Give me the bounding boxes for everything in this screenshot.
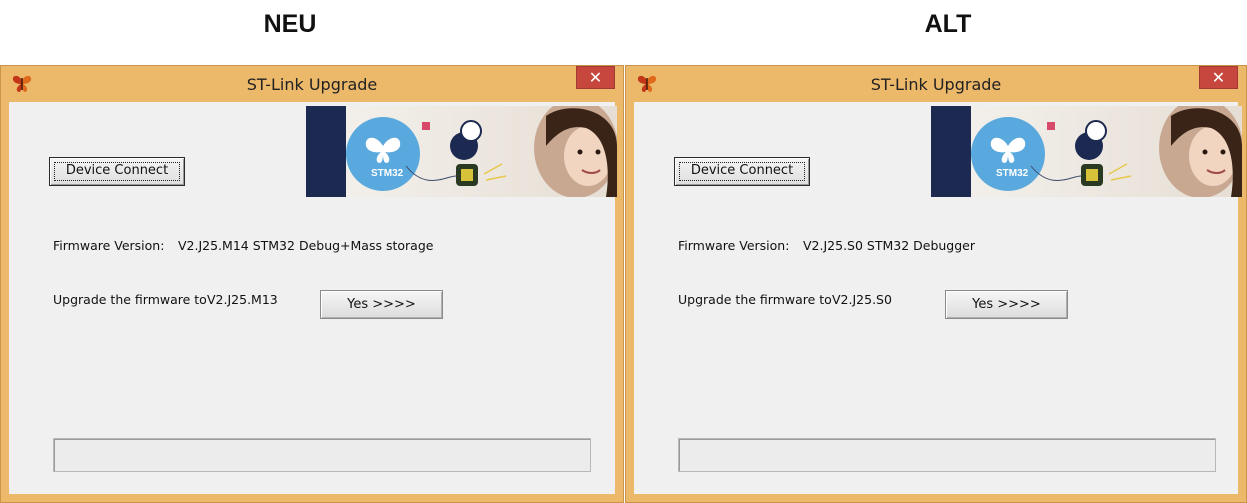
progress-bar <box>678 438 1216 472</box>
client-area: STM32 Device Connect Firmware Version: V… <box>634 102 1242 494</box>
title-bar[interactable]: ST-Link Upgrade ✕ <box>626 66 1246 102</box>
firmware-version-label: Firmware Version: <box>53 238 165 253</box>
device-connect-button[interactable]: Device Connect <box>674 157 810 186</box>
progress-bar <box>53 438 591 472</box>
upgrade-target-version: V2.J25.S0 <box>832 292 892 307</box>
heading-new: NEU <box>263 10 317 38</box>
stm32-logo-text: STM32 <box>996 168 1029 179</box>
yes-upgrade-button[interactable]: Yes >>>> <box>320 290 443 319</box>
stm32-logo-text: STM32 <box>371 168 404 179</box>
upgrade-firmware-label: Upgrade the firmware to <box>53 292 207 307</box>
device-connect-label: Device Connect <box>690 163 794 178</box>
title-bar[interactable]: ST-Link Upgrade ✕ <box>1 66 623 102</box>
device-connect-button[interactable]: Device Connect <box>49 157 185 186</box>
window-title: ST-Link Upgrade <box>246 75 378 94</box>
client-area: STM32 Device Connect Firmware Version: V… <box>9 102 617 494</box>
window-title: ST-Link Upgrade <box>870 75 1002 94</box>
yes-upgrade-button[interactable]: Yes >>>> <box>945 290 1068 319</box>
upgrade-target-version: V2.J25.M13 <box>207 292 278 307</box>
firmware-version-value: V2.J25.S0 STM32 Debugger <box>803 238 976 253</box>
firmware-version-value: V2.J25.M14 STM32 Debug+Mass storage <box>178 238 434 253</box>
upgrade-window-new: ST-Link Upgrade ✕ STM32 Device Connect F… <box>0 65 624 503</box>
heading-old: ALT <box>924 10 972 38</box>
close-button[interactable]: ✕ <box>576 66 615 89</box>
close-button[interactable]: ✕ <box>1199 66 1238 89</box>
upgrade-window-old: ST-Link Upgrade ✕ STM32 Device Connect F… <box>625 65 1247 503</box>
firmware-version-label: Firmware Version: <box>678 238 790 253</box>
device-connect-label: Device Connect <box>65 163 169 178</box>
st-banner-image: STM32 <box>306 106 617 197</box>
close-icon: ✕ <box>1211 68 1226 87</box>
upgrade-firmware-label: Upgrade the firmware to <box>678 292 832 307</box>
st-banner-image: STM32 <box>931 106 1242 197</box>
close-icon: ✕ <box>588 68 603 87</box>
